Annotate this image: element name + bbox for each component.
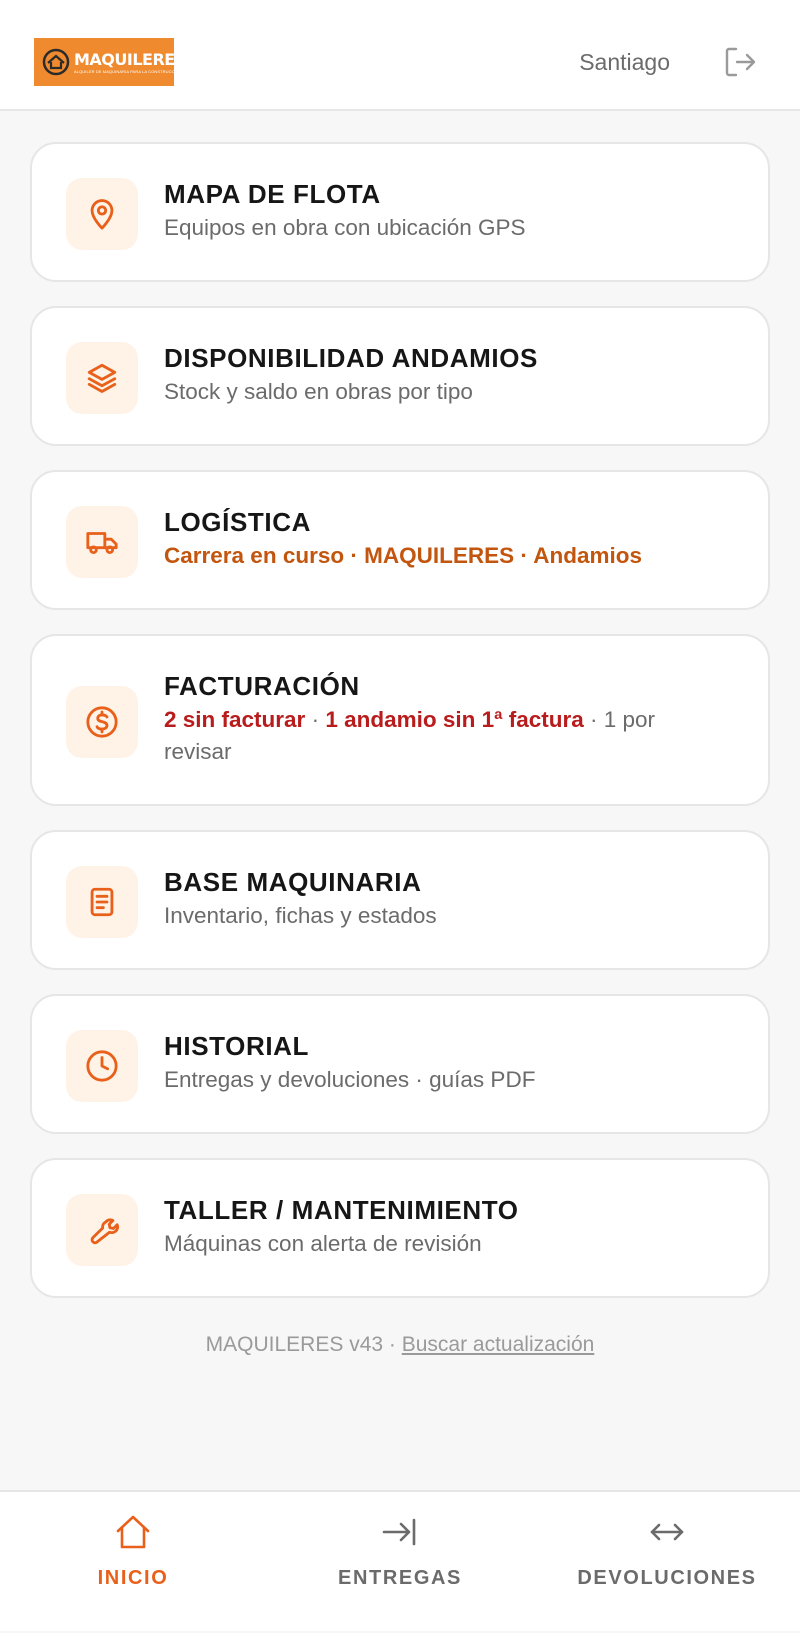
scaffold-unbilled: 1 andamio sin 1ª factura	[325, 707, 584, 732]
truck-icon	[86, 532, 118, 555]
logout-icon[interactable]	[722, 44, 758, 80]
menu-card-historial[interactable]: HISTORIAL Entregas y devoluciones · guía…	[30, 994, 770, 1134]
card-title: BASE MAQUINARIA	[164, 867, 422, 897]
user-name: Santiago	[579, 49, 670, 75]
tab-devoluciones[interactable]: DEVOLUCIONES	[534, 1492, 800, 1633]
card-icon-tile	[66, 1194, 138, 1266]
menu-card-facturacion[interactable]: FACTURACIÓN 2 sin facturar · 1 andamio s…	[30, 634, 770, 806]
card-icon-tile	[66, 866, 138, 938]
menu-card-base-maquinaria[interactable]: BASE MAQUINARIA Inventario, fichas y est…	[30, 830, 770, 970]
home-icon	[116, 1515, 150, 1549]
tab-label: DEVOLUCIONES	[577, 1567, 757, 1589]
clock-icon	[86, 1050, 118, 1082]
billing-summary: 2 sin facturar · 1 andamio sin 1ª factur…	[164, 704, 728, 768]
card-title: MAPA DE FLOTA	[164, 179, 381, 209]
card-subtitle: Stock y saldo en obras por tipo	[164, 379, 473, 404]
check-update-link[interactable]: Buscar actualización	[402, 1333, 595, 1356]
card-title: LOGÍSTICA	[164, 507, 311, 537]
logo-emblem-icon	[42, 48, 70, 76]
logo-tagline: ALQUILER DE MAQUINARIA PARA LA CONSTRUCC…	[74, 68, 183, 74]
card-icon-tile	[66, 178, 138, 250]
arrow-right-bar-icon	[382, 1518, 416, 1546]
tab-inicio[interactable]: INICIO	[0, 1492, 266, 1633]
card-subtitle: Entregas y devoluciones · guías PDF	[164, 1067, 536, 1092]
tab-label: ENTREGAS	[338, 1567, 462, 1589]
unbilled-count: 2 sin facturar	[164, 707, 306, 732]
card-subtitle: Máquinas con alerta de revisión	[164, 1231, 482, 1256]
version-label: MAQUILERES v43 ·	[205, 1333, 402, 1356]
card-icon-tile	[66, 1030, 138, 1102]
tab-label: INICIO	[97, 1567, 169, 1589]
map-pin-icon	[90, 199, 114, 230]
card-title: FACTURACIÓN	[164, 671, 360, 701]
arrows-horizontal-icon	[650, 1523, 684, 1541]
card-icon-tile	[66, 506, 138, 578]
card-title: DISPONIBILIDAD ANDAMIOS	[164, 343, 538, 373]
card-title: HISTORIAL	[164, 1031, 310, 1061]
app-header: MAQUILERES ALQUILER DE MAQUINARIA PARA L…	[0, 0, 800, 111]
bottom-tab-bar: INICIO ENTREGAS DEVOLUCIONES	[0, 1490, 800, 1631]
menu-card-disponibilidad-andamios[interactable]: DISPONIBILIDAD ANDAMIOS Stock y saldo en…	[30, 306, 770, 446]
brand-logo[interactable]: MAQUILERES ALQUILER DE MAQUINARIA PARA L…	[34, 38, 186, 86]
card-icon-tile	[66, 342, 138, 414]
card-title: TALLER / MANTENIMIENTO	[164, 1195, 519, 1225]
tab-entregas[interactable]: ENTREGAS	[267, 1492, 533, 1633]
wrench-icon	[90, 1218, 119, 1245]
separator: ·	[583, 707, 604, 732]
menu-card-taller-mantenimiento[interactable]: TALLER / MANTENIMIENTO Máquinas con aler…	[30, 1158, 770, 1298]
logistics-status: Carrera en curso · MAQUILERES · Andamios	[164, 543, 643, 568]
document-icon	[90, 887, 114, 917]
card-icon-tile	[66, 686, 138, 758]
dollar-icon	[86, 706, 118, 738]
card-subtitle: Inventario, fichas y estados	[164, 903, 437, 928]
menu-card-logistica[interactable]: LOGÍSTICA Carrera en curso · MAQUILERES …	[30, 470, 770, 610]
layers-icon	[87, 363, 117, 393]
separator: ·	[305, 707, 326, 732]
card-subtitle: Equipos en obra con ubicación GPS	[164, 215, 526, 240]
menu-card-mapa-de-flota[interactable]: MAPA DE FLOTA Equipos en obra con ubicac…	[30, 142, 770, 282]
logo-name: MAQUILERES	[74, 49, 186, 69]
version-footer: MAQUILERES v43 · Buscar actualización	[0, 1332, 800, 1358]
